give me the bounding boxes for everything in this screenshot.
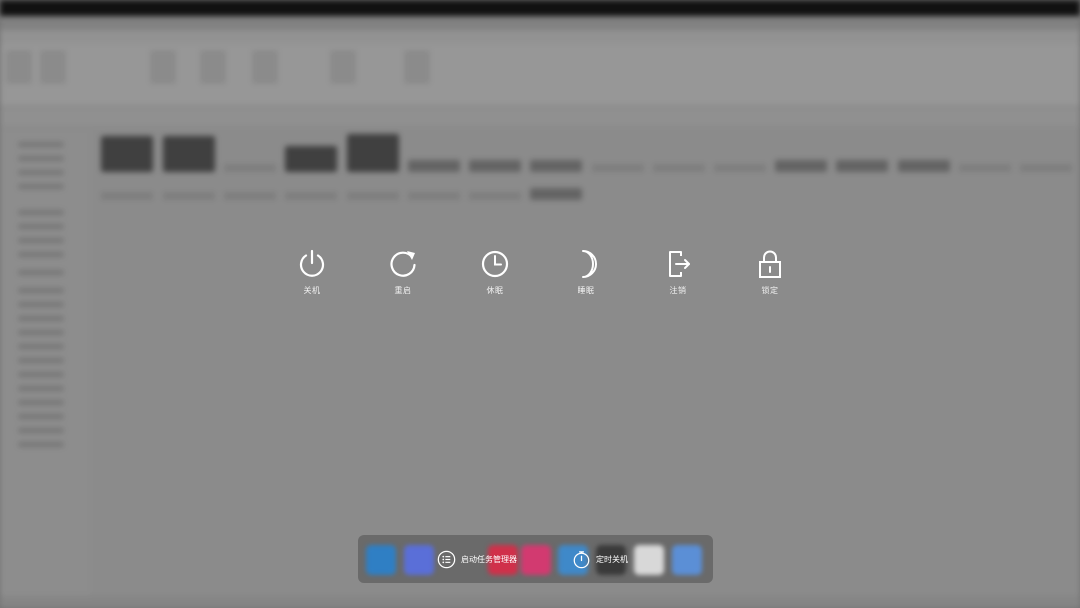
restart-icon bbox=[390, 251, 416, 277]
list-icon bbox=[437, 550, 456, 568]
task-manager-label: 启动任务管理器 bbox=[461, 554, 517, 564]
clock-icon bbox=[481, 250, 509, 278]
dock-app-icon[interactable] bbox=[404, 545, 434, 575]
hibernate-label: 睡眠 bbox=[577, 286, 595, 295]
logout-button[interactable]: 注销 bbox=[643, 244, 713, 304]
sleep-label: 休眠 bbox=[486, 286, 504, 295]
shutdown-label: 关机 bbox=[303, 286, 321, 295]
task-manager-button[interactable]: 启动任务管理器 bbox=[437, 548, 517, 570]
timer-icon bbox=[573, 550, 590, 568]
dock: 启动任务管理器 定时关机 bbox=[358, 535, 713, 583]
dock-app-icon[interactable] bbox=[366, 545, 396, 575]
shutdown-button[interactable]: 关机 bbox=[277, 244, 347, 304]
lock-label: 锁定 bbox=[761, 286, 779, 295]
dock-app-icon[interactable] bbox=[672, 545, 702, 575]
power-menu: 关机 重启 休眠 睡眠 注销 锁定 bbox=[0, 0, 1080, 608]
timed-shutdown-label: 定时关机 bbox=[596, 554, 628, 564]
sleep-button[interactable]: 休眠 bbox=[460, 244, 530, 304]
logout-label: 注销 bbox=[669, 286, 687, 295]
dock-app-icon[interactable] bbox=[634, 545, 664, 575]
lock-icon bbox=[759, 250, 781, 278]
restart-button[interactable]: 重启 bbox=[368, 244, 438, 304]
moon-icon bbox=[582, 250, 597, 278]
restart-label: 重启 bbox=[394, 286, 412, 295]
hibernate-button[interactable]: 睡眠 bbox=[551, 244, 621, 304]
power-icon bbox=[299, 249, 325, 277]
lock-button[interactable]: 锁定 bbox=[735, 244, 805, 304]
timed-shutdown-button[interactable]: 定时关机 bbox=[572, 548, 628, 570]
dock-app-icon[interactable] bbox=[521, 545, 551, 575]
logout-icon bbox=[669, 251, 690, 277]
